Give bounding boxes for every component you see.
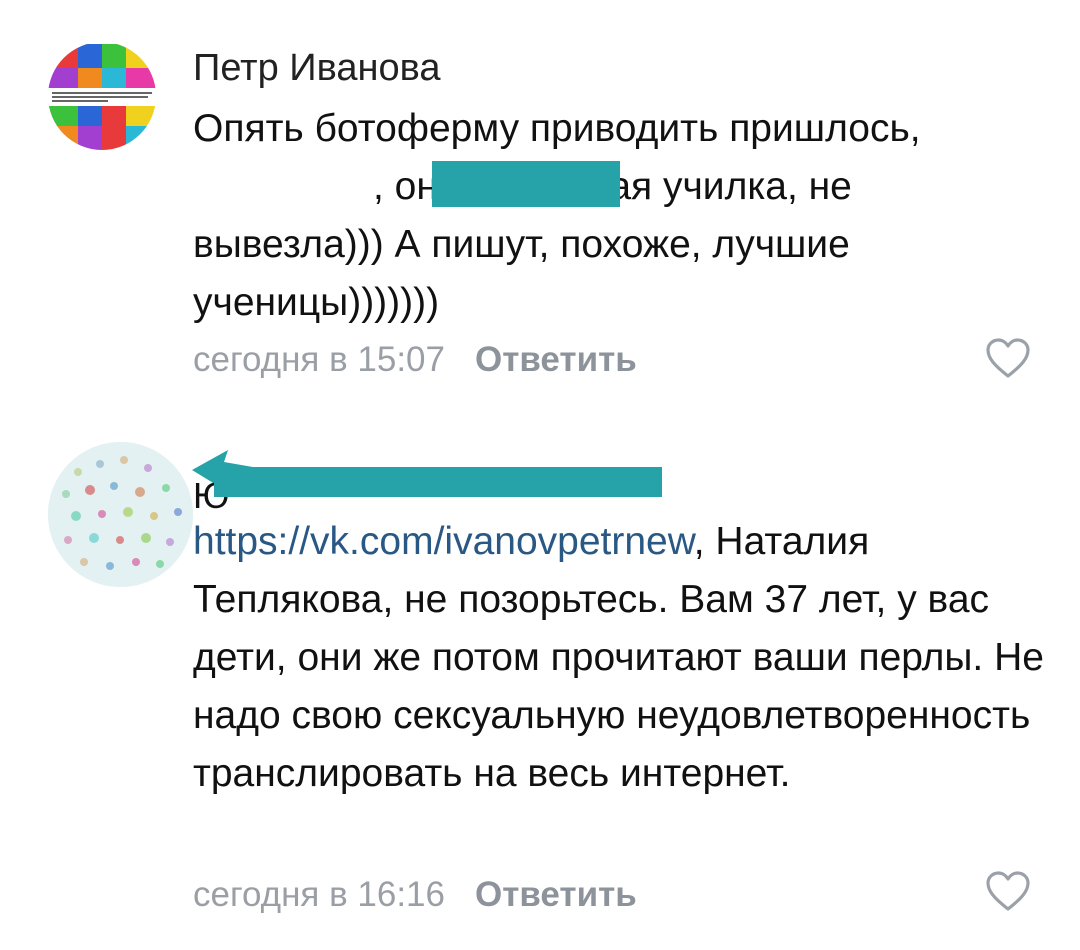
comment-time[interactable]: сегодня в 16:16 <box>193 875 445 914</box>
comment-text-part: Опять ботоферму приводить пришлось, <box>193 107 921 150</box>
comment-meta: сегодня в 16:16 Ответить <box>193 873 637 917</box>
avatar-image <box>48 42 156 150</box>
comment-meta: сегодня в 15:07 Ответить <box>193 338 637 382</box>
redaction-block <box>214 467 662 497</box>
profile-link[interactable]: https://vk.com/ivanovpetrnew <box>193 520 694 563</box>
reply-button[interactable]: Ответить <box>475 340 637 379</box>
heart-outline-icon <box>986 871 1030 911</box>
like-button[interactable] <box>984 336 1032 380</box>
avatar[interactable] <box>48 442 193 587</box>
avatar-image <box>48 442 193 587</box>
comment-author[interactable]: Петр Иванова <box>193 46 441 90</box>
heart-outline-icon <box>986 338 1030 378</box>
like-button[interactable] <box>984 869 1032 913</box>
comment-item: Ю https://vk.com/ivanovpetrnew, Наталия … <box>0 420 1080 930</box>
reply-button[interactable]: Ответить <box>475 875 637 914</box>
comment-text: Опять ботоферму приводить пришлось, , он… <box>193 100 1053 332</box>
comment-time[interactable]: сегодня в 15:07 <box>193 340 445 379</box>
redaction-block <box>432 161 620 207</box>
comment-text: https://vk.com/ivanovpetrnew, Наталия Те… <box>193 513 1053 803</box>
comment-item: Петр Иванова Опять ботоферму приводить п… <box>0 0 1080 420</box>
avatar[interactable] <box>48 42 156 150</box>
